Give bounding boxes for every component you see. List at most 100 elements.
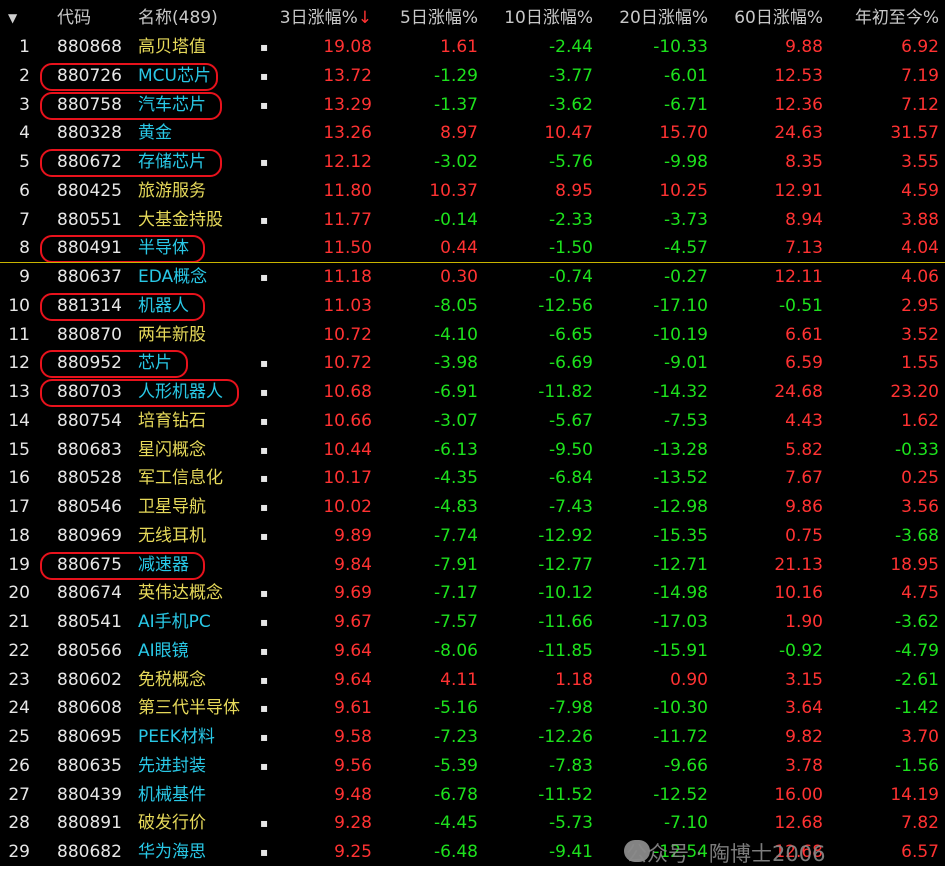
table-row[interactable]: 25 880695 PEEK材料 ▪ 9.58 -7.23 -12.26 -11.72 9.82… bbox=[0, 723, 945, 752]
sector-code[interactable]: 880674 bbox=[57, 579, 122, 608]
column-header-60day[interactable]: 60日涨幅% bbox=[734, 3, 823, 33]
sector-code[interactable]: 880891 bbox=[57, 809, 122, 838]
change-3day: 11.80 bbox=[323, 180, 372, 201]
sector-code[interactable]: 880602 bbox=[57, 666, 122, 695]
sort-desc-icon: ↓ bbox=[357, 8, 372, 28]
sector-code[interactable]: 880868 bbox=[57, 33, 122, 62]
sector-code[interactable]: 880637 bbox=[57, 263, 122, 292]
sector-name[interactable]: 英伟达概念 bbox=[138, 579, 223, 608]
table-row[interactable]: 1 880868 高贝塔值 ▪ 19.08 1.61 -2.44 -10.33 9.88 6.92 bbox=[0, 33, 945, 62]
table-row[interactable]: 28 880891 破发行价 ▪ 9.28 -4.45 -5.73 -7.10 12.68 7.8… bbox=[0, 809, 945, 838]
sector-name[interactable]: 军工信息化 bbox=[138, 464, 223, 493]
table-row[interactable]: 7 880551 大基金持股 ▪ 11.77 -0.14 -2.33 -3.73 8.94 3.8… bbox=[0, 206, 945, 235]
change-5day: -1.37 bbox=[434, 94, 478, 115]
change-5day: -7.23 bbox=[434, 727, 478, 747]
sector-code[interactable]: 880541 bbox=[57, 608, 122, 637]
sector-name[interactable]: 高贝塔值 bbox=[138, 33, 206, 62]
sector-name[interactable]: 华为海思 bbox=[138, 838, 206, 866]
triangle-down-icon[interactable]: ▼ bbox=[8, 3, 17, 33]
sector-code[interactable]: 880635 bbox=[57, 752, 122, 781]
sector-name[interactable]: PEEK材料 bbox=[138, 723, 215, 752]
table-row[interactable]: 20 880674 英伟达概念 ▪ 9.69 -7.17 -10.12 -14.98 10.16… bbox=[0, 579, 945, 608]
table-row[interactable]: 16 880528 军工信息化 ▪ 10.17 -4.35 -6.84 -13.52 7.67 0… bbox=[0, 464, 945, 493]
sector-code[interactable]: 880439 bbox=[57, 781, 122, 810]
sector-code[interactable]: 880682 bbox=[57, 838, 122, 866]
table-row[interactable]: 11 880870 两年新股 10.72 -4.10 -6.65 -10.19 6.61 3.5… bbox=[0, 321, 945, 350]
table-row[interactable]: 14 880754 培育钻石 ▪ 10.66 -3.07 -5.67 -7.53 4.43 1.6… bbox=[0, 407, 945, 436]
row-index: 14 bbox=[8, 410, 30, 431]
sector-code[interactable]: 880328 bbox=[57, 119, 122, 148]
row-index: 29 bbox=[8, 842, 30, 862]
sector-code[interactable]: 880870 bbox=[57, 321, 122, 350]
change-10day: -10.12 bbox=[538, 583, 593, 604]
change-20day: -17.03 bbox=[653, 612, 708, 632]
sector-code[interactable]: 880754 bbox=[57, 407, 122, 436]
change-60day: 4.43 bbox=[785, 410, 823, 431]
table-row[interactable]: 21 880541 AI手机PC ▪ 9.67 -7.57 -11.66 -17.03 1.90… bbox=[0, 608, 945, 637]
sector-code[interactable]: 880969 bbox=[57, 522, 122, 551]
sector-name[interactable]: 免税概念 bbox=[138, 666, 206, 695]
change-3day: 10.17 bbox=[323, 468, 372, 489]
watermark-text: 公众号 · 陶博士2006 bbox=[626, 842, 826, 866]
change-ytd: 4.59 bbox=[901, 180, 939, 201]
sector-code[interactable]: 880551 bbox=[57, 206, 122, 235]
change-5day: 0.44 bbox=[440, 238, 478, 259]
sector-name[interactable]: 卫星导航 bbox=[138, 493, 206, 522]
change-3day: 13.72 bbox=[323, 65, 372, 86]
column-header-ytd[interactable]: 年初至今% bbox=[855, 3, 939, 33]
change-10day: -9.41 bbox=[549, 842, 593, 862]
column-header-5day[interactable]: 5日涨幅% bbox=[400, 3, 478, 33]
change-10day: -6.84 bbox=[549, 468, 593, 489]
sector-code[interactable]: 880546 bbox=[57, 493, 122, 522]
table-row[interactable]: 27 880439 机械基件 9.48 -6.78 -11.52 -12.52 16.00 14… bbox=[0, 781, 945, 810]
sector-code[interactable]: 880608 bbox=[57, 694, 122, 723]
change-20day: -17.10 bbox=[653, 295, 708, 316]
change-10day: -11.66 bbox=[538, 612, 593, 632]
column-header-code[interactable]: 代码 bbox=[57, 3, 91, 33]
column-header-10day[interactable]: 10日涨幅% bbox=[504, 3, 593, 33]
sector-name[interactable]: AI手机PC bbox=[138, 608, 211, 637]
change-5day: -7.17 bbox=[434, 583, 478, 604]
sector-code[interactable]: 880695 bbox=[57, 723, 122, 752]
table-row[interactable]: 23 880602 免税概念 ▪ 9.64 4.11 1.18 0.90 3.15 -2.61 bbox=[0, 666, 945, 695]
change-10day: -3.77 bbox=[549, 65, 593, 86]
change-60day: 7.67 bbox=[785, 468, 823, 489]
change-60day: 9.86 bbox=[785, 497, 823, 517]
table-row[interactable]: 17 880546 卫星导航 ▪ 10.02 -4.83 -7.43 -12.98 9.86 3.… bbox=[0, 493, 945, 522]
table-row[interactable]: 22 880566 AI眼镜 ▪ 9.64 -8.06 -11.85 -15.91 -0.92 -… bbox=[0, 637, 945, 666]
highlight-circle bbox=[40, 350, 188, 379]
table-row[interactable]: 9 880637 EDA概念 ▪ 11.18 0.30 -0.74 -0.27 12.11 4.0… bbox=[0, 263, 945, 292]
table-row[interactable]: 24 880608 第三代半导体 ▪ 9.61 -5.16 -7.98 -10.30 3.64 -… bbox=[0, 694, 945, 723]
sector-code[interactable]: 880425 bbox=[57, 177, 122, 206]
sector-code[interactable]: 880566 bbox=[57, 637, 122, 666]
sector-name[interactable]: 旅游服务 bbox=[138, 177, 206, 206]
sector-name[interactable]: 大基金持股 bbox=[138, 206, 223, 235]
table-row[interactable]: 6 880425 旅游服务 11.80 10.37 8.95 10.25 12.91 4.59 bbox=[0, 177, 945, 206]
column-header-20day[interactable]: 20日涨幅% bbox=[619, 3, 708, 33]
table-row[interactable]: 15 880683 星闪概念 ▪ 10.44 -6.13 -9.50 -13.28 5.82 -0… bbox=[0, 436, 945, 465]
table-row[interactable]: 26 880635 先进封装 ▪ 9.56 -5.39 -7.83 -9.66 3.78 -1.5… bbox=[0, 752, 945, 781]
table-row[interactable]: 18 880969 无线耳机 ▪ 9.89 -7.74 -12.92 -15.35 0.75 -3… bbox=[0, 522, 945, 551]
sector-name[interactable]: 机械基件 bbox=[138, 781, 206, 810]
sector-name[interactable]: 两年新股 bbox=[138, 321, 206, 350]
change-20day: -10.33 bbox=[653, 37, 708, 57]
change-3day: 13.26 bbox=[323, 123, 372, 144]
sector-code[interactable]: 880683 bbox=[57, 436, 122, 465]
sector-name[interactable]: 先进封装 bbox=[138, 752, 206, 781]
sector-name[interactable]: 无线耳机 bbox=[138, 522, 206, 551]
sector-name[interactable]: 第三代半导体 bbox=[138, 694, 240, 723]
sector-code[interactable]: 880528 bbox=[57, 464, 122, 493]
column-header-3day[interactable]: 3日涨幅%↓ bbox=[280, 3, 372, 33]
change-ytd: 7.82 bbox=[901, 813, 939, 834]
change-20day: -12.71 bbox=[653, 554, 708, 575]
flag-marker: ▪ bbox=[260, 356, 269, 371]
sector-name[interactable]: 培育钻石 bbox=[138, 407, 206, 436]
sector-name[interactable]: EDA概念 bbox=[138, 263, 207, 292]
sector-name[interactable]: AI眼镜 bbox=[138, 637, 189, 666]
change-3day: 13.29 bbox=[323, 94, 372, 115]
table-row[interactable]: 4 880328 黄金 13.26 8.97 10.47 15.70 24.63 31.57 bbox=[0, 119, 945, 148]
sector-name[interactable]: 星闪概念 bbox=[138, 436, 206, 465]
column-header-name[interactable]: 名称(489) bbox=[138, 3, 218, 33]
sector-name[interactable]: 破发行价 bbox=[138, 809, 206, 838]
sector-name[interactable]: 黄金 bbox=[138, 119, 172, 148]
